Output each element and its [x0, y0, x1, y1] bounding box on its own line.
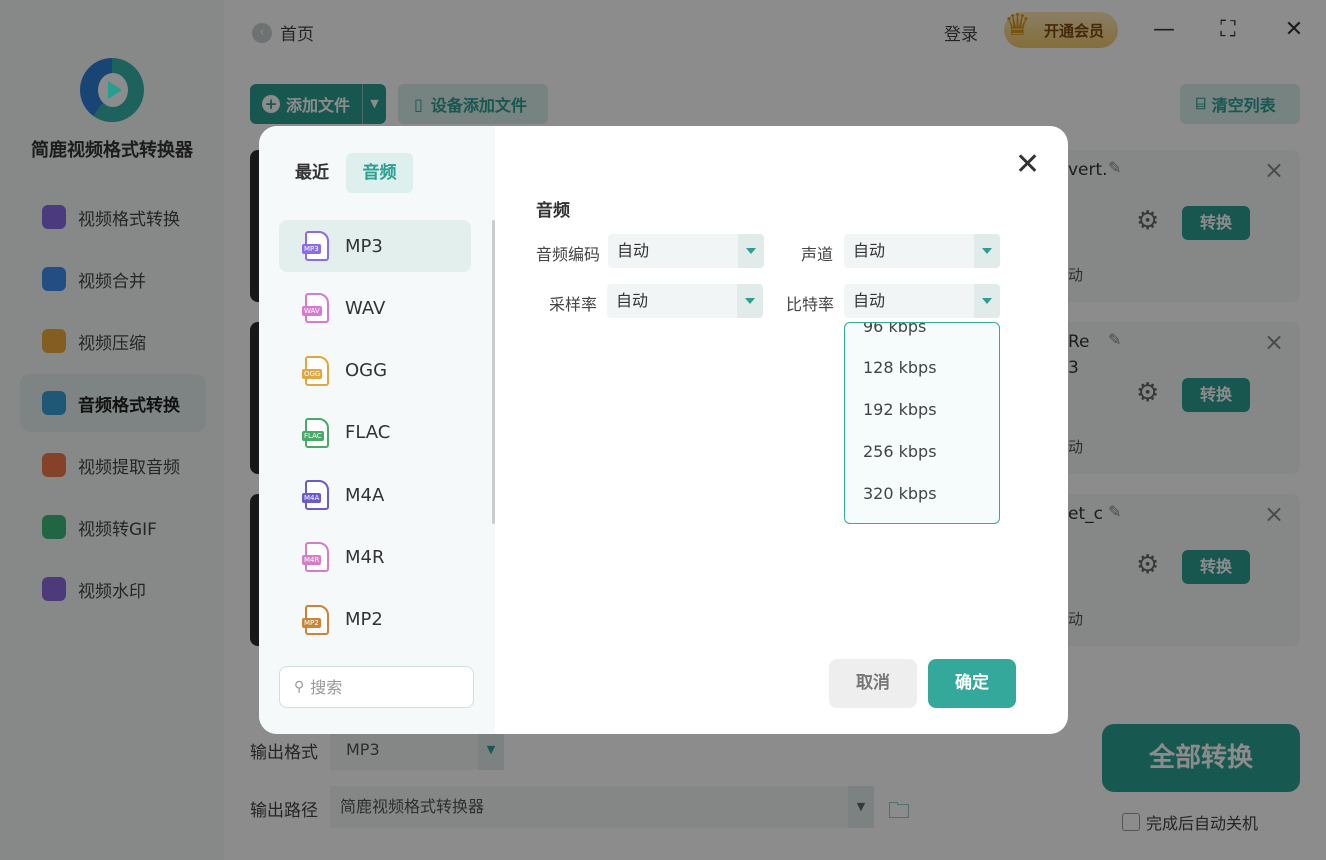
format-label: OGG [345, 360, 388, 382]
mp3-file-icon: MP3 [302, 231, 329, 261]
format-item-ogg[interactable]: OGG OGG [279, 345, 471, 397]
format-settings-dialog: 最近 音频 MP3 MP3 WAV WAV OGG OGG FLAC FLAC … [259, 126, 1068, 734]
sample-rate-select[interactable]: 自动 [607, 284, 763, 318]
format-label: MP2 [345, 609, 383, 631]
format-item-m4a[interactable]: M4A M4A [279, 469, 471, 521]
audio-codec-select[interactable]: 自动 [608, 234, 764, 268]
ogg-file-icon: OGG [302, 355, 329, 386]
bitrate-option[interactable]: 256 kbps [863, 442, 937, 461]
audio-codec-label: 音频编码 [536, 245, 601, 264]
channel-select[interactable]: 自动 [844, 234, 1000, 268]
search-icon: ⚲ [294, 679, 305, 695]
format-label: WAV [345, 297, 386, 319]
format-item-m4r[interactable]: M4R M4R [279, 531, 471, 583]
format-item-mp2[interactable]: MP2 MP2 [279, 594, 471, 646]
format-label: M4R [345, 546, 385, 568]
m4a-file-icon: M4A [302, 480, 329, 511]
format-search[interactable]: ⚲ [279, 666, 474, 708]
dialog-close-button[interactable]: ✕ [1015, 150, 1040, 180]
bitrate-option[interactable]: 96 kbps [863, 323, 926, 336]
flac-file-icon: FLAC [302, 417, 329, 448]
format-picker-panel: 最近 音频 MP3 MP3 WAV WAV OGG OGG FLAC FLAC … [259, 126, 495, 734]
audio-codec-value: 自动 [617, 241, 650, 260]
chevron-down-icon [974, 234, 1000, 268]
tab-recent[interactable]: 最近 [295, 153, 329, 193]
cancel-button[interactable]: 取消 [829, 659, 917, 708]
confirm-button[interactable]: 确定 [928, 659, 1016, 708]
format-item-flac[interactable]: FLAC FLAC [279, 407, 471, 459]
bitrate-select[interactable]: 自动 [844, 284, 1000, 318]
search-input[interactable] [310, 677, 461, 697]
sample-rate-value: 自动 [616, 291, 649, 310]
bitrate-dropdown: 96 kbps 128 kbps 192 kbps 256 kbps 320 k… [844, 322, 1000, 524]
bitrate-value: 自动 [853, 291, 886, 310]
chevron-down-icon [974, 284, 1000, 318]
channel-value: 自动 [853, 241, 886, 260]
chevron-down-icon [738, 234, 764, 268]
format-item-wav[interactable]: WAV WAV [279, 282, 471, 334]
bitrate-option[interactable]: 128 kbps [863, 358, 937, 377]
tab-audio[interactable]: 音频 [346, 153, 413, 193]
sample-rate-label: 采样率 [549, 295, 598, 314]
format-label: MP3 [345, 235, 383, 257]
section-title: 音频 [536, 201, 570, 221]
format-list-scrollbar[interactable] [492, 220, 495, 524]
format-label: FLAC [345, 422, 391, 444]
bitrate-option[interactable]: 192 kbps [863, 400, 937, 419]
channel-label: 声道 [801, 245, 834, 264]
format-list: MP3 MP3 WAV WAV OGG OGG FLAC FLAC M4A M4… [279, 220, 471, 656]
mp2-file-icon: MP2 [302, 604, 329, 635]
bitrate-option[interactable]: 320 kbps [863, 484, 937, 503]
bitrate-label: 比特率 [786, 295, 835, 314]
format-item-mp3[interactable]: MP3 MP3 [279, 220, 471, 272]
chevron-down-icon [737, 284, 763, 318]
wav-file-icon: WAV [302, 293, 329, 324]
m4r-file-icon: M4R [302, 542, 329, 573]
format-label: M4A [345, 484, 385, 506]
